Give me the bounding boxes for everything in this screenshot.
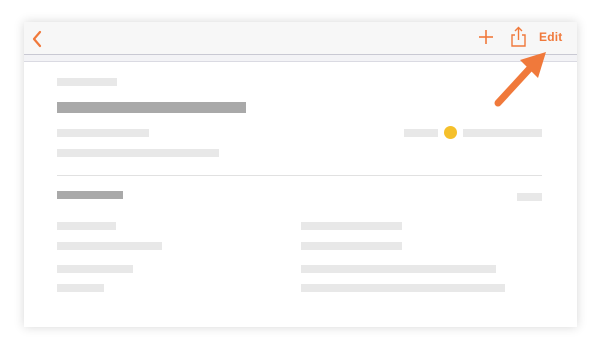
plus-icon bbox=[479, 30, 493, 44]
add-button[interactable] bbox=[478, 29, 494, 45]
text-placeholder bbox=[404, 129, 438, 137]
text-placeholder bbox=[301, 265, 496, 273]
edit-button[interactable]: Edit bbox=[539, 30, 562, 44]
text-placeholder bbox=[57, 78, 117, 86]
text-placeholder bbox=[57, 265, 133, 273]
text-placeholder bbox=[57, 129, 149, 137]
text-placeholder bbox=[57, 222, 116, 230]
share-icon bbox=[511, 26, 526, 47]
status-indicator bbox=[444, 126, 457, 139]
text-placeholder bbox=[57, 242, 162, 250]
share-button[interactable] bbox=[510, 26, 527, 48]
pointer-arrow-icon bbox=[494, 52, 546, 107]
back-button[interactable] bbox=[30, 30, 44, 48]
text-placeholder bbox=[301, 222, 402, 230]
section-divider bbox=[57, 175, 542, 176]
text-placeholder bbox=[301, 284, 505, 292]
section-heading-placeholder bbox=[57, 191, 123, 199]
text-placeholder bbox=[463, 129, 542, 137]
text-placeholder bbox=[57, 284, 104, 292]
text-placeholder bbox=[301, 242, 402, 250]
title-placeholder bbox=[57, 102, 246, 113]
text-placeholder bbox=[57, 149, 219, 157]
back-chevron-icon bbox=[32, 30, 42, 48]
text-placeholder bbox=[517, 193, 542, 201]
